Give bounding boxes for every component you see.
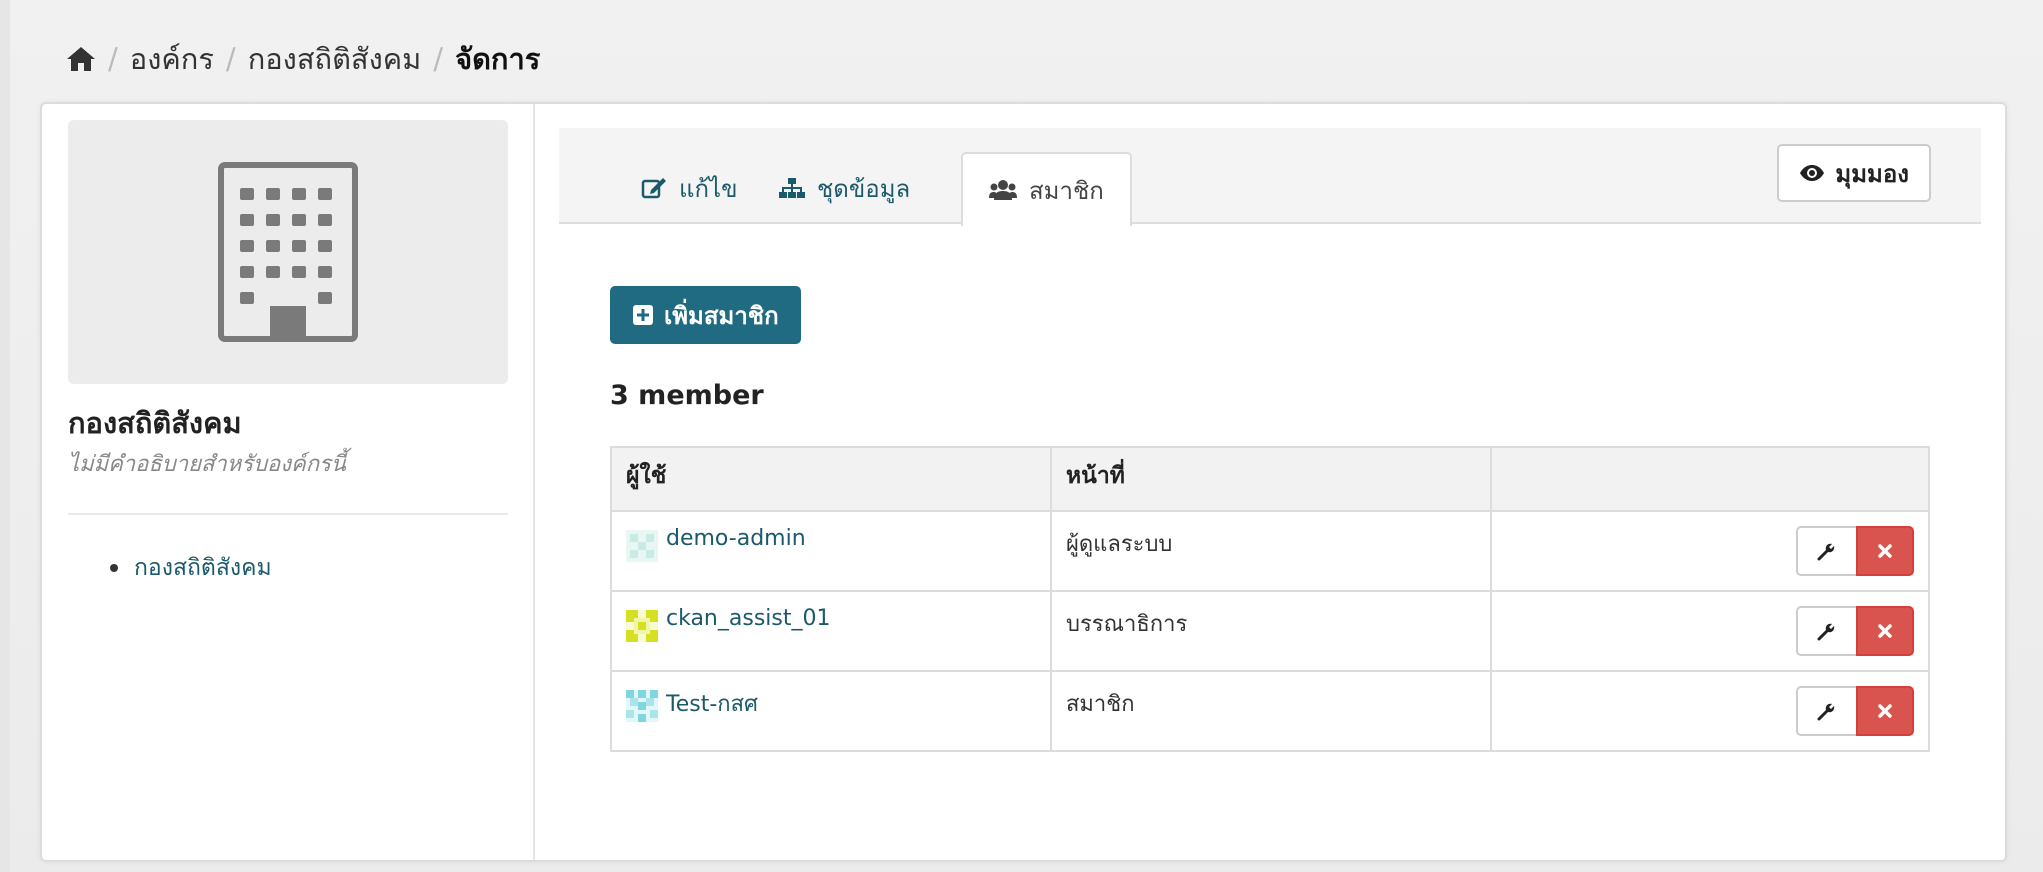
breadcrumb-organizations[interactable]: องค์กร <box>130 36 214 82</box>
wrench-icon <box>1817 703 1835 721</box>
breadcrumb-separator: / <box>225 42 236 76</box>
main-content: แก้ไข ชุดข้อมูล สมาชิก มุมมอง เพิ่มสมาชิ… <box>559 104 2005 860</box>
org-title: กองสถิติสังคม <box>68 406 242 440</box>
users-icon <box>989 180 1017 200</box>
breadcrumb-separator: / <box>433 42 444 76</box>
members-table: ผู้ใช้ หน้าที่ demo-admin ผู้ดูแลระบบ ck… <box>610 446 1930 752</box>
user-link[interactable]: Test-กสศ <box>666 686 758 721</box>
table-row: ckan_assist_01 บรรณาธิการ <box>610 590 1930 672</box>
user-cell: demo-admin <box>610 510 1052 592</box>
sidebar-org-list: กองสถิติสังคม <box>110 550 272 586</box>
header-role: หน้าที่ <box>1050 446 1492 512</box>
eye-icon <box>1800 165 1825 181</box>
delete-member-button[interactable] <box>1856 606 1914 656</box>
header-user: ผู้ใช้ <box>610 446 1052 512</box>
header-actions <box>1490 446 1930 512</box>
content-card: กองสถิติสังคม ไม่มีคำอธิบายสำหรับองค์กรน… <box>40 102 2007 862</box>
user-cell: ckan_assist_01 <box>610 590 1052 672</box>
view-button[interactable]: มุมมอง <box>1777 144 1931 202</box>
wrench-icon <box>1817 543 1835 561</box>
sidebar-org-link[interactable]: กองสถิติสังคม <box>134 550 272 586</box>
edit-member-button[interactable] <box>1796 686 1856 736</box>
user-cell: Test-กสศ <box>610 670 1052 752</box>
delete-member-button[interactable] <box>1856 526 1914 576</box>
table-row: demo-admin ผู้ดูแลระบบ <box>610 510 1930 592</box>
actions-cell <box>1490 510 1930 592</box>
times-icon <box>1878 624 1892 638</box>
building-icon <box>218 162 358 342</box>
tab-members[interactable]: สมาชิก <box>961 152 1132 226</box>
user-avatar <box>626 530 658 562</box>
user-link[interactable]: demo-admin <box>666 526 806 551</box>
user-avatar <box>626 610 658 642</box>
role-cell: บรรณาธิการ <box>1050 590 1492 672</box>
actions-cell <box>1490 670 1930 752</box>
plus-square-icon <box>633 305 653 325</box>
table-row: Test-กสศ สมาชิก <box>610 670 1930 752</box>
breadcrumb: / องค์กร / กองสถิติสังคม / จัดการ <box>66 36 540 82</box>
home-icon[interactable] <box>66 45 96 73</box>
table-header-row: ผู้ใช้ หน้าที่ <box>610 446 1930 512</box>
tab-edit-label: แก้ไข <box>679 174 738 203</box>
wrench-icon <box>1817 623 1835 641</box>
member-count: 3 member <box>610 380 764 411</box>
tab-members-label: สมาชิก <box>1029 176 1104 205</box>
role-cell: สมาชิก <box>1050 670 1492 752</box>
actions-cell <box>1490 590 1930 672</box>
sidebar-divider <box>68 513 508 515</box>
sidebar-org-item[interactable]: กองสถิติสังคม <box>110 550 272 586</box>
times-icon <box>1878 704 1892 718</box>
tab-bar: แก้ไข ชุดข้อมูล สมาชิก มุมมอง <box>559 128 1981 226</box>
org-description: ไม่มีคำอธิบายสำหรับองค์กรนี้ <box>68 452 346 477</box>
tab-datasets[interactable]: ชุดข้อมูล <box>753 152 936 224</box>
user-link[interactable]: ckan_assist_01 <box>666 606 830 631</box>
tab-datasets-label: ชุดข้อมูล <box>817 174 911 203</box>
sitemap-icon <box>779 178 805 198</box>
times-icon <box>1878 544 1892 558</box>
breadcrumb-manage[interactable]: จัดการ <box>455 36 540 82</box>
add-member-label: เพิ่มสมาชิก <box>664 301 779 330</box>
bullet <box>110 564 118 572</box>
edit-icon <box>641 178 666 199</box>
add-member-button[interactable]: เพิ่มสมาชิก <box>610 286 801 344</box>
breadcrumb-separator: / <box>108 42 118 76</box>
delete-member-button[interactable] <box>1856 686 1914 736</box>
user-avatar <box>626 690 658 722</box>
breadcrumb-org[interactable]: กองสถิติสังคม <box>248 36 422 82</box>
tab-edit[interactable]: แก้ไข <box>615 152 763 224</box>
edit-member-button[interactable] <box>1796 526 1856 576</box>
view-button-label: มุมมอง <box>1835 159 1909 188</box>
role-cell: ผู้ดูแลระบบ <box>1050 510 1492 592</box>
edit-member-button[interactable] <box>1796 606 1856 656</box>
sidebar: กองสถิติสังคม ไม่มีคำอธิบายสำหรับองค์กรน… <box>42 104 535 860</box>
org-image <box>68 120 508 384</box>
